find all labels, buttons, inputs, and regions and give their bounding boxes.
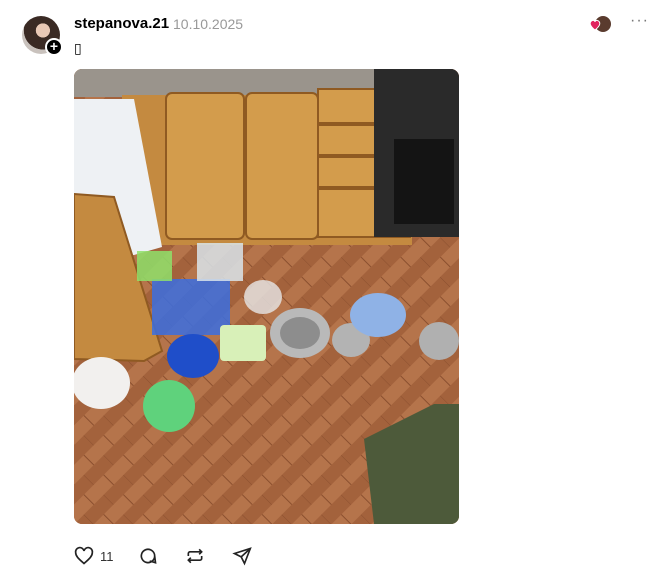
more-options-icon[interactable]: ···: [630, 12, 649, 30]
comment-icon: [140, 548, 157, 564]
heart-icon: [74, 546, 94, 565]
repost-icon: [187, 548, 203, 564]
username[interactable]: stepanova.21: [74, 15, 169, 32]
repost-button[interactable]: [185, 545, 205, 567]
post-text: ▯: [74, 40, 82, 56]
send-icon: [232, 547, 252, 566]
like-button[interactable]: 11: [74, 545, 114, 567]
post-photo[interactable]: [74, 69, 459, 524]
comment-button[interactable]: [138, 545, 158, 567]
reaction-avatar-icon[interactable]: [589, 15, 613, 33]
share-button[interactable]: [232, 545, 252, 567]
like-count: 11: [100, 548, 114, 564]
follow-plus-icon[interactable]: +: [45, 38, 63, 56]
post-date: 10.10.2025: [173, 16, 244, 32]
